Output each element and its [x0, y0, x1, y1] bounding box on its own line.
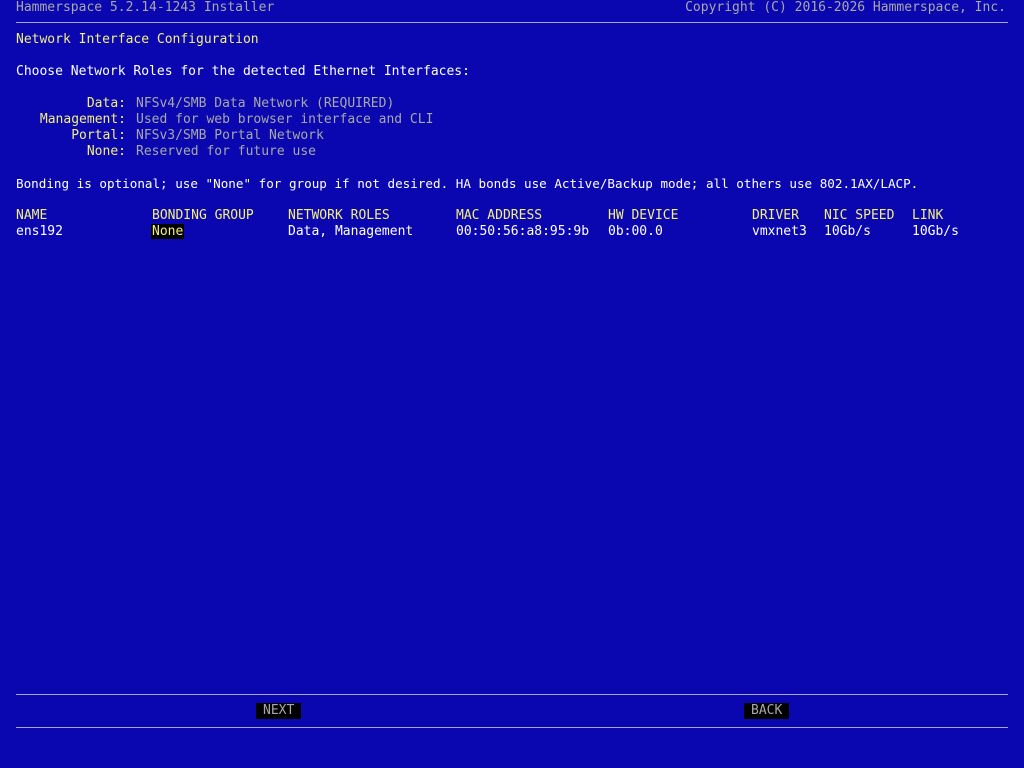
bonding-group-value[interactable]: None [151, 224, 185, 239]
cell-link: 10Gb/s [912, 224, 959, 239]
col-header-link: LINK [912, 208, 944, 223]
cell-hw-device: 0b:00.0 [608, 224, 663, 239]
next-button[interactable]: NEXT [256, 703, 302, 719]
cell-name: ens192 [16, 224, 63, 239]
footer-divider-top [16, 694, 1008, 695]
copyright-text: Copyright (C) 2016-2026 Hammerspace, Inc… [685, 0, 1006, 15]
col-header-driver: DRIVER [752, 208, 799, 223]
col-header-network-roles: NETWORK ROLES [288, 208, 390, 223]
role-desc-management: Used for web browser interface and CLI [136, 112, 434, 127]
role-label-data: Data: [86, 96, 126, 111]
role-label-portal: Portal: [71, 128, 126, 143]
cell-mac-address: 00:50:56:a8:95:9b [456, 224, 590, 239]
intro-text: Choose Network Roles for the detected Et… [16, 64, 470, 79]
role-desc-none: Reserved for future use [136, 144, 317, 159]
installer-title: Hammerspace 5.2.14-1243 Installer [16, 0, 275, 15]
role-label-management: Management: [39, 112, 126, 127]
col-header-nic-speed: NIC SPEED [824, 208, 895, 223]
col-header-mac-address: MAC ADDRESS [456, 208, 543, 223]
cell-nic-speed: 10Gb/s [824, 224, 871, 239]
cell-driver: vmxnet3 [752, 224, 807, 239]
role-label-none: None: [86, 144, 126, 159]
col-header-bonding-group: BONDING GROUP [152, 208, 254, 223]
back-button[interactable]: BACK [744, 703, 790, 719]
header-divider [16, 22, 1008, 23]
network-roles-field[interactable]: Data, Management [288, 224, 413, 240]
role-desc-portal: NFSv3/SMB Portal Network [136, 128, 324, 143]
bonding-group-field[interactable]: None [151, 224, 185, 240]
footer-divider-bottom [16, 727, 1008, 728]
col-header-name: NAME [16, 208, 48, 223]
role-desc-data: NFSv4/SMB Data Network (REQUIRED) [136, 96, 395, 111]
col-header-hw-device: HW DEVICE [608, 208, 679, 223]
bonding-note: Bonding is optional; use "None" for grou… [16, 176, 919, 191]
page-title: Network Interface Configuration [16, 32, 259, 47]
